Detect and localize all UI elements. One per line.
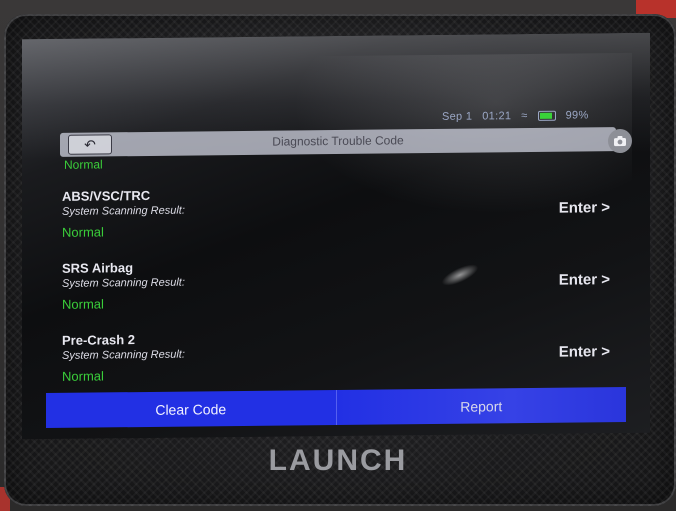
list-item[interactable]: SRS Airbag System Scanning Result: Norma… xyxy=(54,255,614,329)
status-bar: Sep 1 01:21 ≈ 99% xyxy=(442,109,589,123)
wifi-icon: ≈ xyxy=(521,109,528,123)
enter-button[interactable]: Enter > xyxy=(559,199,610,217)
screenshot-button[interactable] xyxy=(608,128,632,154)
system-name: Pre-Crash 2 xyxy=(62,332,135,348)
battery-level: 99% xyxy=(565,109,589,122)
title-bar: ↶ Diagnostic Trouble Code xyxy=(60,127,632,157)
system-subtitle: System Scanning Result: xyxy=(62,276,185,290)
system-subtitle: System Scanning Result: xyxy=(62,348,185,362)
status-date: Sep 1 xyxy=(442,110,473,123)
enter-button[interactable]: Enter > xyxy=(559,343,610,361)
system-status: Normal xyxy=(62,296,104,312)
system-status: Normal xyxy=(62,368,104,384)
previous-system-status: Normal xyxy=(64,157,103,172)
battery-icon xyxy=(537,110,556,121)
brand-logo: LAUNCH xyxy=(268,444,408,477)
system-subtitle: System Scanning Result: xyxy=(62,204,185,218)
action-bar: Clear Code Report xyxy=(46,386,626,429)
page-title: Diagnostic Trouble Code xyxy=(272,133,404,149)
system-name: ABS/VSC/TRC xyxy=(62,187,151,204)
system-status: Normal xyxy=(62,224,104,240)
clear-code-button[interactable]: Clear Code xyxy=(46,389,337,429)
status-time: 01:21 xyxy=(482,110,512,123)
camera-icon xyxy=(614,136,626,147)
list-item[interactable]: ABS/VSC/TRC System Scanning Result: Norm… xyxy=(54,183,614,257)
device-screen: Sep 1 01:21 ≈ 99% ↶ Diagnostic Trouble C… xyxy=(22,32,650,440)
report-button[interactable]: Report xyxy=(336,386,626,425)
enter-button[interactable]: Enter > xyxy=(559,271,610,289)
system-name: SRS Airbag xyxy=(62,260,134,276)
photo-frame: Sep 1 01:21 ≈ 99% ↶ Diagnostic Trouble C… xyxy=(0,0,676,511)
